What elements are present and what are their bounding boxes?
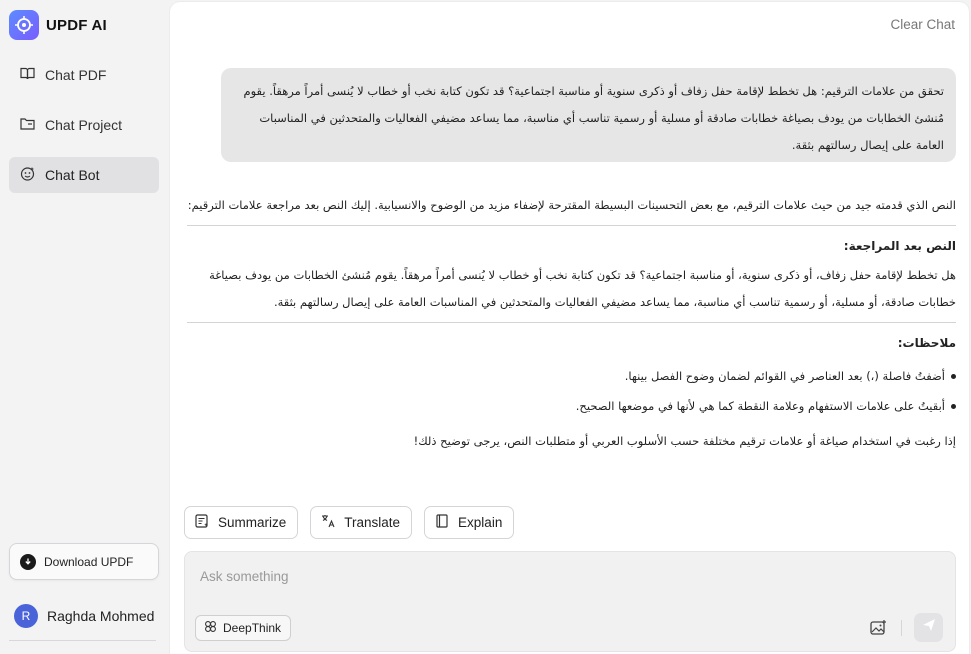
send-button[interactable] (914, 613, 943, 642)
brand-name: UPDF AI (46, 16, 107, 34)
sidebar-nav: Chat PDF Chat Project Chat Bot (9, 57, 159, 207)
summarize-icon (194, 513, 210, 532)
divider (901, 620, 902, 636)
user-name: Raghda Mohmed (47, 608, 155, 624)
book-icon (434, 513, 450, 532)
quick-actions: Summarize Translate Explain (184, 506, 515, 539)
brand[interactable]: UPDF AI (9, 10, 107, 40)
send-icon (921, 617, 937, 638)
assistant-answer: النص الذي قدمته جيد من حيث علامات الترقي… (187, 192, 956, 453)
revised-text: هل تخطط لإقامة حفل زفاف، أو ذكرى سنوية، … (209, 268, 956, 309)
revised-heading: النص بعد المراجعة: (843, 239, 956, 253)
sidebar-item-chat-bot[interactable]: Chat Bot (9, 157, 159, 193)
sidebar-item-chat-project[interactable]: Chat Project (9, 107, 159, 143)
message-input[interactable]: Ask something (200, 569, 289, 584)
sidebar-item-chat-pdf[interactable]: Chat PDF (9, 57, 159, 93)
bot-face-icon (19, 165, 36, 185)
deepthink-toggle[interactable]: DeepThink (195, 615, 292, 641)
user-profile[interactable]: R Raghda Mohmed (14, 604, 154, 628)
summarize-label: Summarize (218, 515, 287, 530)
list-item: أضفتُ فاصلة (،) بعد العناصر في القوائم ل… (187, 361, 956, 391)
sidebar-item-label: Chat Bot (45, 167, 100, 183)
translate-icon (320, 513, 336, 532)
summarize-button[interactable]: Summarize (184, 506, 299, 539)
notes-heading: ملاحظات: (897, 336, 956, 350)
download-label: Download UPDF (44, 554, 134, 569)
answer-intro: النص الذي قدمته جيد من حيث علامات الترقي… (187, 198, 956, 212)
updf-logo-icon (9, 10, 39, 40)
sidebar: UPDF AI Chat PDF Chat Project Chat Bot D… (0, 0, 168, 654)
avatar: R (14, 604, 38, 628)
deepthink-label: DeepThink (223, 621, 282, 635)
answer-closing: إذا رغبت في استخدام صياغة أو علامات ترقي… (413, 434, 956, 448)
image-upload-icon[interactable] (869, 619, 887, 642)
user-message-bubble: تحقق من علامات الترقيم: هل تخطط لإقامة ح… (221, 68, 956, 162)
download-icon (20, 553, 36, 570)
divider (187, 322, 956, 323)
notes-list: أضفتُ فاصلة (،) بعد العناصر في القوائم ل… (187, 361, 956, 421)
list-item: أبقيتُ على علامات الاستفهام وعلامة النقط… (187, 391, 956, 421)
folder-icon (19, 115, 36, 135)
sidebar-item-label: Chat Project (45, 117, 123, 133)
translate-label: Translate (344, 515, 401, 530)
divider (187, 225, 956, 226)
book-open-icon (19, 65, 36, 85)
message-input-box[interactable]: Ask something DeepThink (184, 551, 956, 652)
explain-button[interactable]: Explain (424, 506, 515, 539)
translate-button[interactable]: Translate (310, 506, 413, 539)
deepthink-icon (204, 620, 217, 636)
download-updf-button[interactable]: Download UPDF (9, 543, 159, 580)
explain-label: Explain (458, 515, 503, 530)
sidebar-divider (9, 640, 156, 641)
chat-panel: Clear Chat تحقق من علامات الترقيم: هل تخ… (170, 2, 969, 654)
clear-chat-button[interactable]: Clear Chat (890, 17, 955, 32)
sidebar-item-label: Chat PDF (45, 67, 107, 83)
